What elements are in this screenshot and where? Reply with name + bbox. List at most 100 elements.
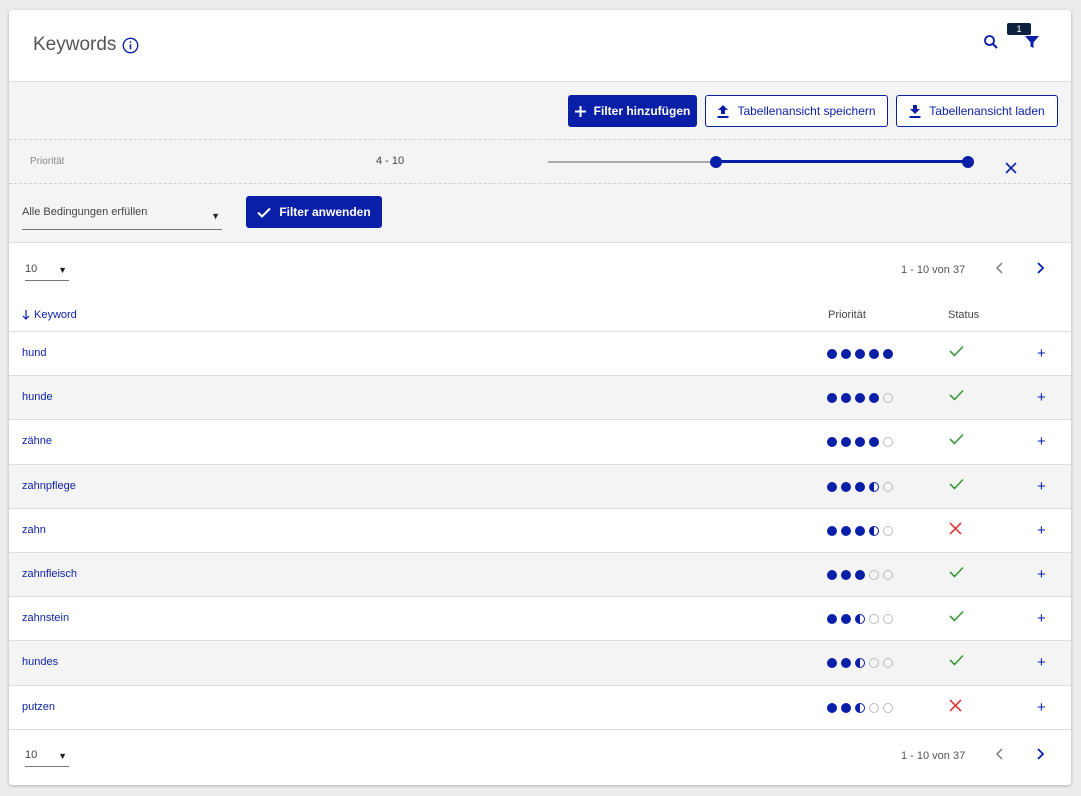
priority-dot-full [841,614,851,625]
priority-dot-full [855,569,865,580]
keyword-link[interactable]: zahn [22,524,46,536]
divider [9,139,1071,140]
priority-dot-empty [869,702,879,713]
priority-dot-full [869,349,879,359]
priority-dot-full [827,658,837,669]
slider-thumb-max[interactable] [962,156,974,168]
plus-icon [574,105,586,117]
priority-dot-half [855,614,865,625]
chevron-left-icon[interactable] [993,747,1007,761]
priority-dot-empty [869,658,879,669]
priority-dot-full [841,658,851,669]
keyword-link[interactable]: hund [22,347,46,359]
card-header: Keywords 1 [9,10,1071,82]
caret-down-icon: ▼ [211,211,220,221]
priority-dot-empty [883,702,893,713]
priority-dot-full [827,525,837,536]
save-view-button[interactable]: Tabellenansicht speichern [705,95,888,127]
load-view-button[interactable]: Tabellenansicht laden [896,95,1058,127]
caret-down-icon: ▼ [58,265,67,275]
keyword-link[interactable]: putzen [22,701,55,713]
priority-range-slider[interactable] [548,150,974,174]
status-icon [949,478,964,493]
keyword-link[interactable]: zähne [22,435,52,447]
table-row: zähne + [9,420,1071,465]
add-icon[interactable]: + [1037,433,1046,450]
table-row: zahnstein + [9,597,1071,642]
slider-fill [716,160,968,163]
column-header-keyword[interactable]: Keyword [22,309,77,321]
condition-select-value: Alle Bedingungen erfüllen [22,206,148,218]
priority-dots [827,481,893,492]
priority-dot-full [827,569,837,580]
status-icon [949,610,964,625]
pagination-bottom: 10 ▼ 1 - 10 von 37 [9,737,1071,777]
priority-dot-empty [883,569,893,580]
upload-icon [717,104,729,118]
divider [9,183,1071,184]
search-icon[interactable] [983,34,999,50]
slider-thumb-min[interactable] [710,156,722,168]
add-icon[interactable]: + [1037,654,1046,671]
priority-dot-half [869,525,879,536]
priority-dot-full [855,481,865,492]
priority-dot-half [855,702,865,713]
filter-icon[interactable] [1024,34,1040,50]
apply-filter-button[interactable]: Filter anwenden [246,196,382,228]
chevron-left-icon[interactable] [993,261,1007,275]
chevron-right-icon[interactable] [1033,261,1047,275]
caret-down-icon: ▼ [58,751,67,761]
priority-dots [827,437,893,448]
priority-dot-full [827,614,837,625]
add-filter-button[interactable]: Filter hinzufügen [568,95,697,127]
priority-dot-full [869,393,879,404]
priority-dot-full [841,569,851,580]
column-header-priority[interactable]: Priorität [828,309,866,321]
page-size-select[interactable]: 10 ▼ [25,749,69,767]
status-icon [949,698,962,715]
keyword-link[interactable]: zahnpflege [22,480,76,492]
add-icon[interactable]: + [1037,699,1046,716]
page-size-value: 10 [25,749,38,761]
remove-filter-icon[interactable] [1005,162,1017,174]
priority-dot-full [827,702,837,713]
add-icon[interactable]: + [1037,478,1046,495]
keywords-card: Keywords 1 Filter hinzufügen Tabellenans… [9,10,1071,785]
status-icon [949,389,964,404]
keyword-link[interactable]: zahnstein [22,612,69,624]
add-icon[interactable]: + [1037,566,1046,583]
chevron-right-icon[interactable] [1033,747,1047,761]
condition-select[interactable]: Alle Bedingungen erfüllen ▼ [22,206,222,230]
priority-dot-half [869,481,879,492]
priority-dot-full [841,702,851,713]
column-header-status[interactable]: Status [948,309,979,321]
add-icon[interactable]: + [1037,345,1046,362]
load-view-label: Tabellenansicht laden [929,104,1045,118]
priority-dots [827,349,893,359]
check-icon [949,655,964,666]
check-icon [257,207,272,218]
priority-dot-full [855,437,865,448]
priority-dot-empty [883,658,893,669]
keyword-link[interactable]: zahnfleisch [22,568,77,580]
priority-dot-empty [883,481,893,492]
table-body: hund + hunde + zähne + zahnpflege + zahn + za… [9,332,1071,730]
check-icon [949,345,964,357]
info-icon[interactable] [122,37,139,54]
check-icon [949,611,964,622]
error-x-icon [949,522,962,535]
add-icon[interactable]: + [1037,610,1046,627]
table-row: hundes + [9,641,1071,686]
priority-dot-empty [883,525,893,536]
priority-dot-full [827,349,837,359]
page-size-select[interactable]: 10 ▼ [25,263,69,281]
priority-dots [827,614,893,625]
priority-dot-full [869,437,879,448]
add-icon[interactable]: + [1037,389,1046,406]
table-header: Keyword Priorität Status [9,300,1071,332]
priority-dot-full [855,525,865,536]
keyword-link[interactable]: hunde [22,391,53,403]
keyword-link[interactable]: hundes [22,656,58,668]
add-icon[interactable]: + [1037,522,1046,539]
download-icon [909,104,921,118]
